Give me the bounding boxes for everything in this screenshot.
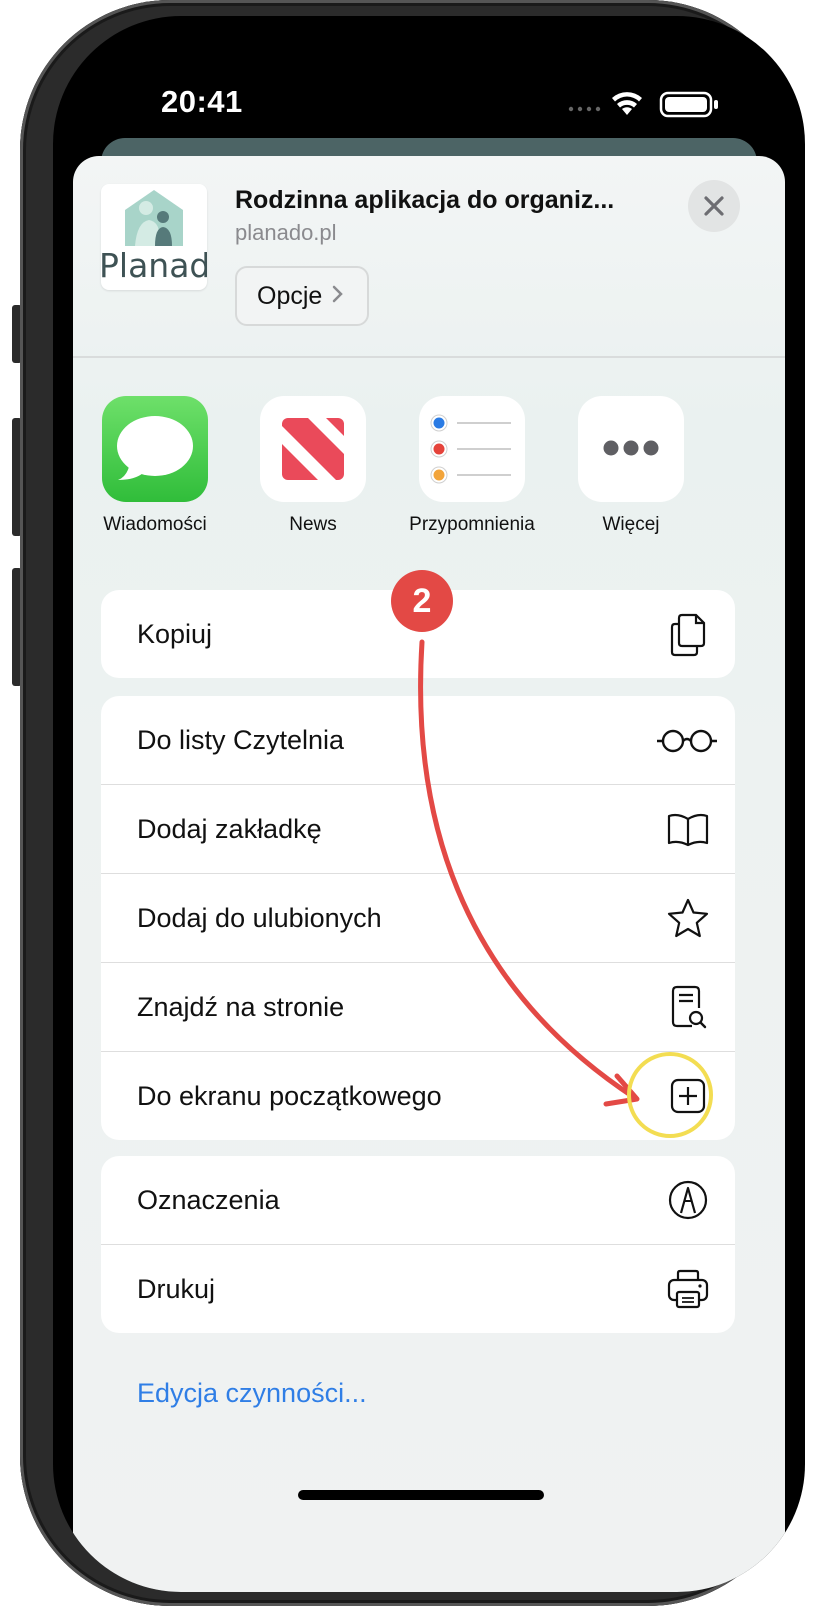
app-label: News [289, 514, 337, 535]
step-badge: 2 [391, 570, 453, 632]
chevron-right-icon [332, 283, 344, 309]
glasses-icon [655, 717, 719, 763]
book-icon [665, 806, 711, 852]
options-button[interactable]: Opcje [235, 266, 369, 326]
printer-icon [665, 1266, 711, 1312]
action-add-bookmark[interactable]: Dodaj zakładkę [101, 784, 735, 873]
action-label: Kopiuj [137, 618, 213, 649]
markup-pen-icon [665, 1177, 711, 1223]
app-more[interactable]: Więcej [551, 396, 711, 536]
close-icon [704, 196, 724, 216]
action-markup[interactable]: Oznaczenia [101, 1156, 735, 1244]
app-news[interactable]: News [233, 396, 393, 536]
action-label: Dodaj do ulubionych [137, 902, 382, 933]
action-label: Znajdź na stronie [137, 991, 345, 1022]
app-reminders[interactable]: Przypomnienia [392, 396, 552, 536]
site-thumbnail: Planado [101, 184, 207, 290]
action-label: Do listy Czytelnia [137, 724, 345, 755]
star-icon [665, 895, 711, 941]
share-sheet: Planado Rodzinna aplikacja do organiz...… [73, 156, 785, 1592]
header-divider [73, 356, 785, 358]
app-label: Wiadomości [103, 514, 207, 535]
action-label: Oznaczenia [137, 1184, 280, 1215]
find-in-page-icon [665, 984, 711, 1030]
action-label: Drukuj [137, 1273, 216, 1304]
action-reading-list[interactable]: Do listy Czytelnia [101, 696, 735, 784]
cellular-signal-icon [568, 106, 601, 112]
battery-icon [659, 91, 718, 118]
app-label: Przypomnienia [409, 514, 535, 535]
action-print[interactable]: Drukuj [101, 1244, 735, 1333]
options-label: Opcje [257, 281, 323, 310]
action-label: Do ekranu początkowego [137, 1080, 442, 1111]
page-title: Rodzinna aplikacja do organiz... [235, 186, 615, 214]
action-label: Dodaj zakładkę [137, 813, 322, 844]
app-label: Więcej [602, 514, 660, 535]
planado-logo-icon [125, 190, 183, 246]
app-messages[interactable]: Wiadomości [75, 396, 235, 536]
screen: 20:41 Planad Rodzinna aplikacja do organ… [53, 16, 805, 1592]
action-group-other: Oznaczenia Drukuj [101, 1156, 735, 1333]
close-button[interactable] [688, 180, 740, 232]
highlight-ring [627, 1052, 713, 1138]
action-add-favorites[interactable]: Dodaj do ulubionych [101, 873, 735, 962]
phone-frame: 20:41 Planad Rodzinna aplikacja do organ… [20, 0, 805, 1606]
status-icons [568, 91, 718, 118]
home-indicator[interactable] [298, 1490, 544, 1500]
reminders-icon [419, 396, 525, 502]
status-time: 20:41 [161, 84, 243, 119]
action-find-on-page[interactable]: Znajdź na stronie [101, 962, 735, 1051]
planado-logo-text: Planado [101, 246, 207, 285]
copy-icon [665, 611, 711, 657]
news-icon [260, 396, 366, 502]
page-url: planado.pl [235, 220, 337, 245]
messages-icon [102, 396, 208, 502]
edit-actions-link[interactable]: Edycja czynności... [137, 1378, 367, 1409]
wifi-icon [612, 92, 642, 115]
more-icon [578, 396, 684, 502]
